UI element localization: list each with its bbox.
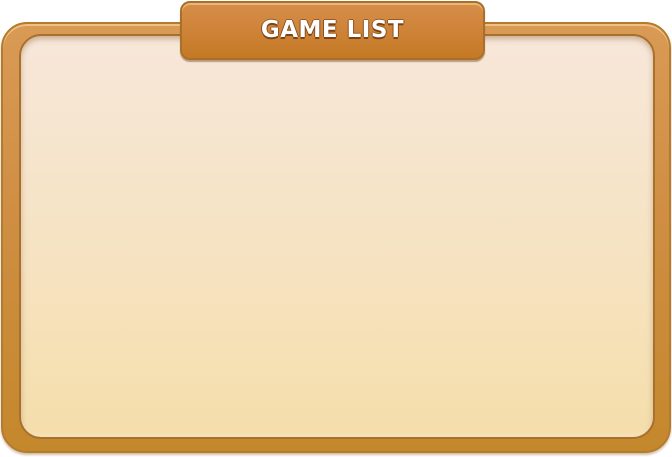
game-list-window: GAME LIST bbox=[0, 0, 672, 457]
panel-title: GAME LIST bbox=[260, 16, 405, 43]
game-list-area bbox=[19, 34, 655, 439]
title-banner: GAME LIST bbox=[180, 1, 485, 60]
panel-frame bbox=[1, 22, 671, 453]
